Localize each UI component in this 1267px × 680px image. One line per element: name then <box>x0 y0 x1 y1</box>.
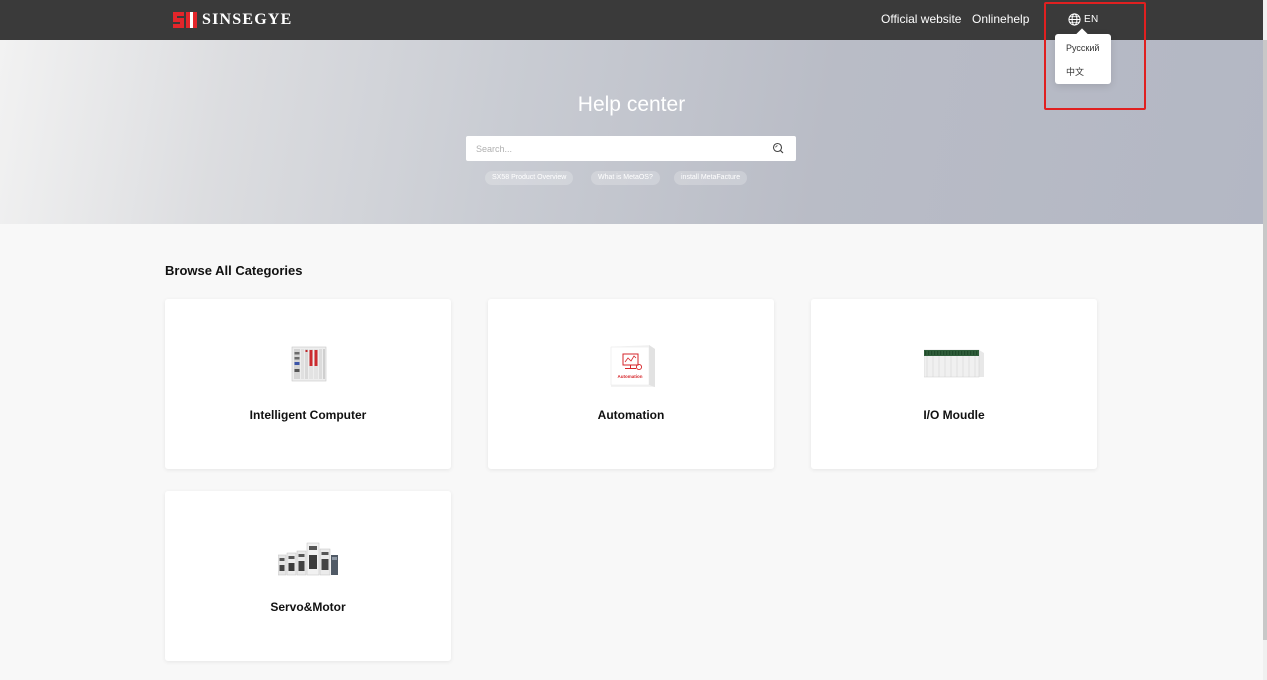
logo[interactable]: SINSEGYE <box>172 10 293 30</box>
search-icon[interactable] <box>772 142 784 154</box>
category-card-intelligent-computer[interactable]: Intelligent Computer <box>165 299 451 469</box>
category-card-automation[interactable]: Automation Automation <box>488 299 774 469</box>
io-module-image <box>924 349 984 378</box>
category-label: I/O Moudle <box>923 408 985 422</box>
language-option-chinese[interactable]: 中文 <box>1066 65 1084 78</box>
search-input[interactable] <box>466 136 766 161</box>
automation-image-caption: Automation <box>618 374 643 379</box>
category-card-io-module[interactable]: I/O Moudle <box>811 299 1097 469</box>
servo-motor-image <box>278 542 338 576</box>
globe-icon <box>1068 12 1081 26</box>
brand-name: SINSEGYE <box>202 11 293 28</box>
current-language: EN <box>1084 13 1099 25</box>
categories-heading: Browse All Categories <box>165 263 303 278</box>
page-title: Help center <box>577 93 686 116</box>
search-tag-install-metafacture[interactable]: install MetaFacture <box>674 171 748 185</box>
intelligent-computer-image <box>291 346 327 382</box>
scrollbar-thumb[interactable] <box>1263 40 1267 640</box>
category-label: Intelligent Computer <box>249 408 367 422</box>
search-tag-what-is-metaos[interactable]: What is MetaOS? <box>591 171 660 185</box>
category-card-servo-motor[interactable]: Servo&Motor <box>165 491 451 661</box>
language-dropdown: Русский 中文 <box>1055 28 1111 84</box>
category-label: Servo&Motor <box>270 600 346 614</box>
search-box <box>466 136 796 161</box>
sinsegye-logo-icon <box>173 12 197 28</box>
online-help-link[interactable]: Onlinehelp <box>972 12 1029 26</box>
automation-image: Automation <box>610 345 655 387</box>
language-option-russian[interactable]: Русский <box>1066 43 1099 53</box>
language-toggle[interactable]: EN <box>1068 11 1099 27</box>
official-website-link[interactable]: Official website <box>881 12 961 26</box>
search-tag-sx58-overview[interactable]: SX58 Product Overview <box>485 171 574 185</box>
category-label: Automation <box>597 408 665 422</box>
